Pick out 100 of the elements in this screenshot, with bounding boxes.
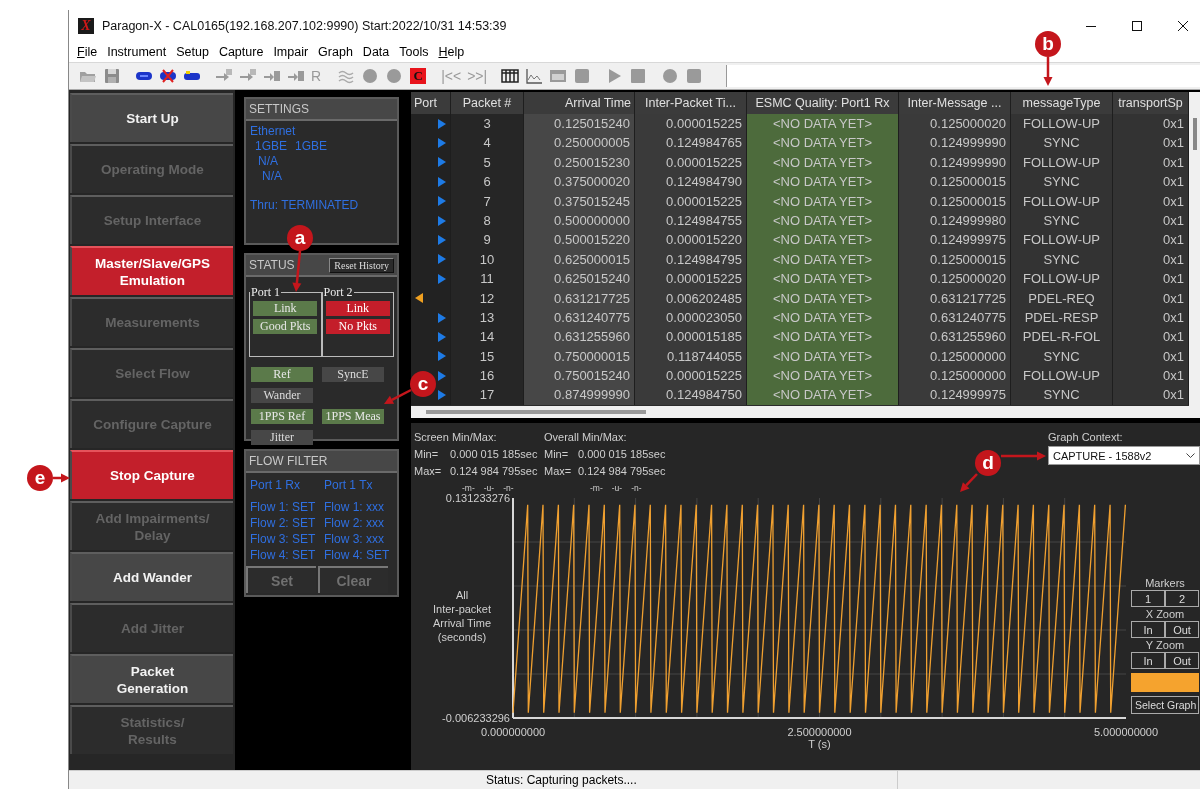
maximize-icon[interactable] bbox=[1132, 21, 1142, 31]
nav-button[interactable]: Start Up bbox=[70, 93, 233, 142]
stat-value: 0.000 015 185sec bbox=[450, 448, 539, 460]
table-cell: 0.500015220 bbox=[524, 230, 635, 250]
menu-item[interactable]: Graph bbox=[313, 45, 358, 59]
column-header[interactable]: transportSp bbox=[1113, 92, 1189, 114]
column-header[interactable]: Inter-Packet Ti... bbox=[635, 92, 747, 114]
graph-context-dropdown[interactable]: CAPTURE - 1588v2 bbox=[1048, 446, 1200, 465]
scrollbar-thumb[interactable] bbox=[1193, 118, 1197, 150]
callout-arrow bbox=[1001, 451, 1046, 461]
table-cell: <NO DATA YET> bbox=[747, 346, 899, 367]
graph-control-button[interactable]: 2 bbox=[1165, 590, 1199, 607]
axis-tick-label: 0.000000000 bbox=[480, 726, 546, 738]
table-cell: 0.631240775 bbox=[524, 307, 635, 328]
table-cell: 0x1 bbox=[1113, 191, 1189, 211]
circle-icon[interactable] bbox=[661, 67, 680, 85]
graph-control-button[interactable]: Out bbox=[1165, 621, 1199, 638]
status-indicator: 1PPS Meas bbox=[322, 409, 384, 424]
table-cell: 0.124999990 bbox=[899, 152, 1011, 173]
device-crossed-icon[interactable] bbox=[159, 67, 177, 85]
column-header[interactable]: ESMC Quality: Port1 Rx bbox=[747, 92, 899, 114]
menu-item[interactable]: Data bbox=[357, 45, 395, 59]
status-indicator: Good Pkts bbox=[253, 319, 318, 334]
menu-item[interactable]: File bbox=[72, 45, 103, 59]
axis-tick-label: -0.006233296 bbox=[442, 712, 510, 724]
settings-text: 1GBE bbox=[255, 139, 287, 154]
table-cell: 0.625015240 bbox=[524, 269, 635, 289]
menu-item[interactable]: Impair bbox=[268, 45, 314, 59]
stat-label: Max= bbox=[414, 465, 443, 477]
table-cell: 0.631255960 bbox=[899, 327, 1011, 347]
table-icon[interactable] bbox=[501, 67, 520, 85]
trace-color-button[interactable] bbox=[1131, 673, 1199, 692]
table-cell: SYNC bbox=[1011, 133, 1113, 153]
table-cell: <NO DATA YET> bbox=[747, 288, 899, 308]
panel-title: STATUS bbox=[249, 258, 295, 272]
menu-item[interactable]: Setup bbox=[171, 45, 214, 59]
column-header[interactable]: Inter-Message ... bbox=[899, 92, 1011, 114]
chart-icon[interactable] bbox=[525, 67, 544, 85]
table-cell: 17 bbox=[451, 385, 524, 405]
table-cell: FOLLOW-UP bbox=[1011, 269, 1113, 289]
table-cell: 0x1 bbox=[1113, 249, 1189, 270]
window-title: Paragon-X - CAL0165(192.168.207.102:9990) Start:2022/10/31 14:53:39 bbox=[102, 19, 508, 33]
unit-mark: -u- bbox=[611, 482, 623, 494]
table-cell: 0.125000020 bbox=[899, 269, 1011, 289]
circle-icon[interactable] bbox=[361, 67, 380, 85]
flow-text: Flow 3: SET bbox=[250, 531, 316, 547]
reset-history-button[interactable]: Reset History bbox=[329, 257, 394, 273]
c-button[interactable]: C bbox=[410, 68, 427, 84]
table-cell: 0.874999990 bbox=[524, 385, 635, 405]
stat-value: 0.000 015 185sec bbox=[578, 448, 667, 460]
table-cell: SYNC bbox=[1011, 210, 1113, 231]
graph-control-button[interactable]: In bbox=[1131, 652, 1165, 669]
window-icon[interactable] bbox=[549, 67, 568, 85]
menu-item[interactable]: Tools bbox=[394, 45, 434, 59]
circle-icon[interactable] bbox=[385, 67, 404, 85]
menu-item[interactable]: Capture bbox=[213, 45, 269, 59]
port-label: Port 1 bbox=[250, 285, 281, 300]
nav-button[interactable]: Stop Capture bbox=[70, 450, 233, 499]
table-cell: 0.000015225 bbox=[635, 114, 747, 134]
table-cell: 0.125000015 bbox=[899, 172, 1011, 192]
scrollbar-thumb[interactable] bbox=[426, 410, 646, 414]
table-cell: 0.750015240 bbox=[524, 366, 635, 386]
graph-control-button[interactable]: Out bbox=[1165, 652, 1199, 669]
callout-arrow bbox=[1043, 57, 1053, 86]
table-cell: PDEL-R-FOL bbox=[1011, 327, 1113, 347]
table-cell: 0.125015240 bbox=[524, 114, 635, 134]
column-header[interactable]: Port bbox=[411, 92, 451, 114]
toolbar-field[interactable] bbox=[726, 65, 1200, 87]
control-label: Y Zoom bbox=[1144, 639, 1186, 651]
table-cell: PDEL-REQ bbox=[1011, 288, 1113, 308]
table-cell: 0x1 bbox=[1113, 385, 1189, 405]
menu-item[interactable]: Instrument bbox=[102, 45, 172, 59]
graph-control-button[interactable]: 1 bbox=[1131, 590, 1165, 607]
table-cell: 0.124984755 bbox=[635, 210, 747, 231]
table-cell: 11 bbox=[451, 269, 524, 289]
table-cell: 0x1 bbox=[1113, 133, 1189, 153]
save-icon[interactable] bbox=[103, 67, 121, 85]
graph-control-button[interactable]: In bbox=[1131, 621, 1165, 638]
column-header[interactable]: Packet # bbox=[451, 92, 524, 114]
stop-icon[interactable] bbox=[629, 67, 648, 85]
select-graph-button[interactable]: Select Graph bbox=[1131, 696, 1199, 714]
table-cell: 0.124999975 bbox=[899, 230, 1011, 250]
status-text: Status: Capturing packets.... bbox=[69, 771, 898, 789]
table-cell: 0.000015185 bbox=[635, 327, 747, 347]
nav-button[interactable]: Packet Generation bbox=[70, 654, 233, 703]
table-cell: <NO DATA YET> bbox=[747, 210, 899, 231]
menu-item[interactable]: Help bbox=[433, 45, 470, 59]
table-cell: 0x1 bbox=[1113, 366, 1189, 386]
nav-button[interactable]: Master/Slave/GPS Emulation bbox=[70, 246, 233, 295]
column-header[interactable]: Arrival Time bbox=[524, 92, 635, 114]
square-icon[interactable] bbox=[573, 67, 592, 85]
table-cell: 0x1 bbox=[1113, 230, 1189, 250]
square-icon[interactable] bbox=[685, 67, 704, 85]
nav-button[interactable]: Add Wander bbox=[70, 552, 233, 601]
port-label: Port 2 bbox=[322, 285, 354, 300]
status-indicator: Link bbox=[253, 301, 318, 316]
table-cell: 0.124999980 bbox=[899, 210, 1011, 231]
table-cell: SYNC bbox=[1011, 385, 1113, 405]
column-header[interactable]: messageType bbox=[1011, 92, 1113, 114]
close-icon[interactable] bbox=[1178, 21, 1188, 31]
